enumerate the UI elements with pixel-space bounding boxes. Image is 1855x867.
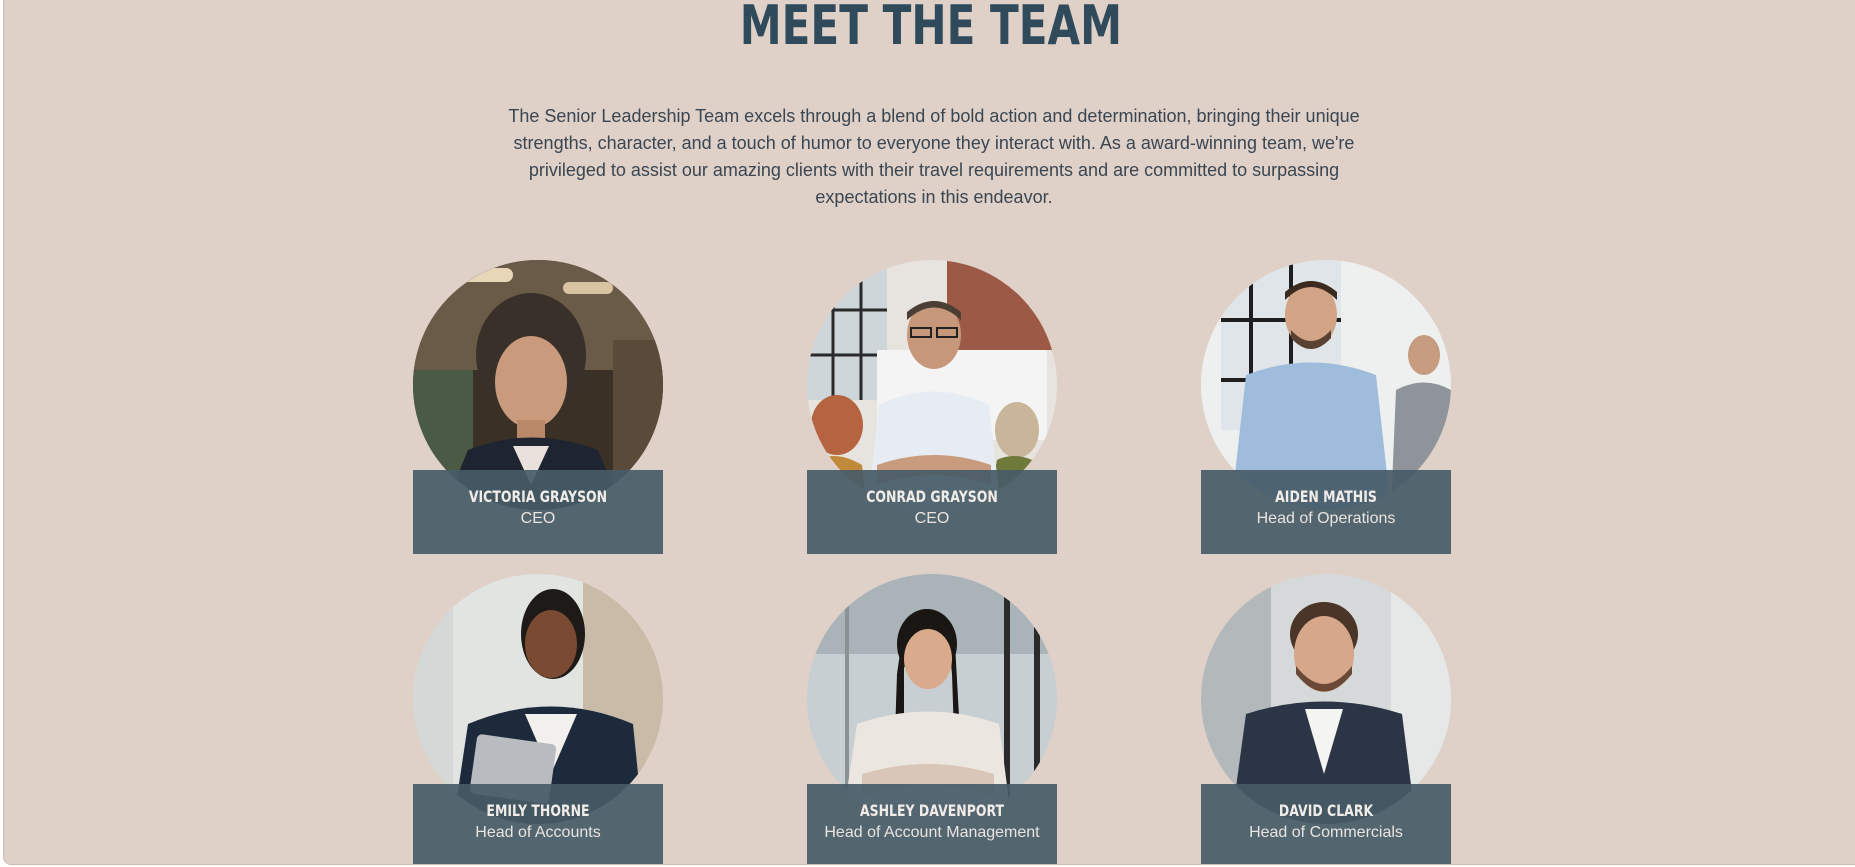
member-label: EMILY THORNE Head of Accounts: [413, 784, 663, 864]
member-label: AIDEN MATHIS Head of Operations: [1201, 470, 1451, 554]
member-name: VICTORIA GRAYSON: [468, 487, 608, 506]
member-role: Head of Account Management: [824, 824, 1040, 841]
member-label: CONRAD GRAYSON CEO: [807, 470, 1057, 554]
member-role: CEO: [520, 510, 556, 527]
team-member-card: ASHLEY DAVENPORT Head of Account Managem…: [807, 574, 1057, 864]
team-section: MEET THE TEAM The Senior Leadership Team…: [3, 0, 1855, 865]
member-role: CEO: [914, 510, 950, 527]
member-role: Head of Commercials: [1249, 824, 1403, 841]
member-name: DAVID CLARK: [1278, 801, 1374, 820]
team-member-card: AIDEN MATHIS Head of Operations: [1201, 260, 1451, 562]
member-label: ASHLEY DAVENPORT Head of Account Managem…: [807, 784, 1057, 864]
team-member-card: CONRAD GRAYSON CEO: [807, 260, 1057, 562]
member-name: EMILY THORNE: [486, 801, 590, 820]
member-label: VICTORIA GRAYSON CEO: [413, 470, 663, 554]
member-label: DAVID CLARK Head of Commercials: [1201, 784, 1451, 864]
section-intro: The Senior Leadership Team excels throug…: [508, 106, 1360, 207]
member-role: Head of Operations: [1256, 510, 1396, 527]
member-role: Head of Accounts: [475, 824, 601, 841]
member-name: ASHLEY DAVENPORT: [859, 801, 1005, 820]
member-name: CONRAD GRAYSON: [866, 487, 998, 506]
team-member-card: EMILY THORNE Head of Accounts: [413, 574, 663, 864]
team-member-card: VICTORIA GRAYSON CEO: [413, 260, 663, 562]
member-name: AIDEN MATHIS: [1275, 487, 1377, 506]
team-member-card: DAVID CLARK Head of Commercials: [1201, 574, 1451, 864]
section-title: MEET THE TEAM: [739, 0, 1123, 57]
